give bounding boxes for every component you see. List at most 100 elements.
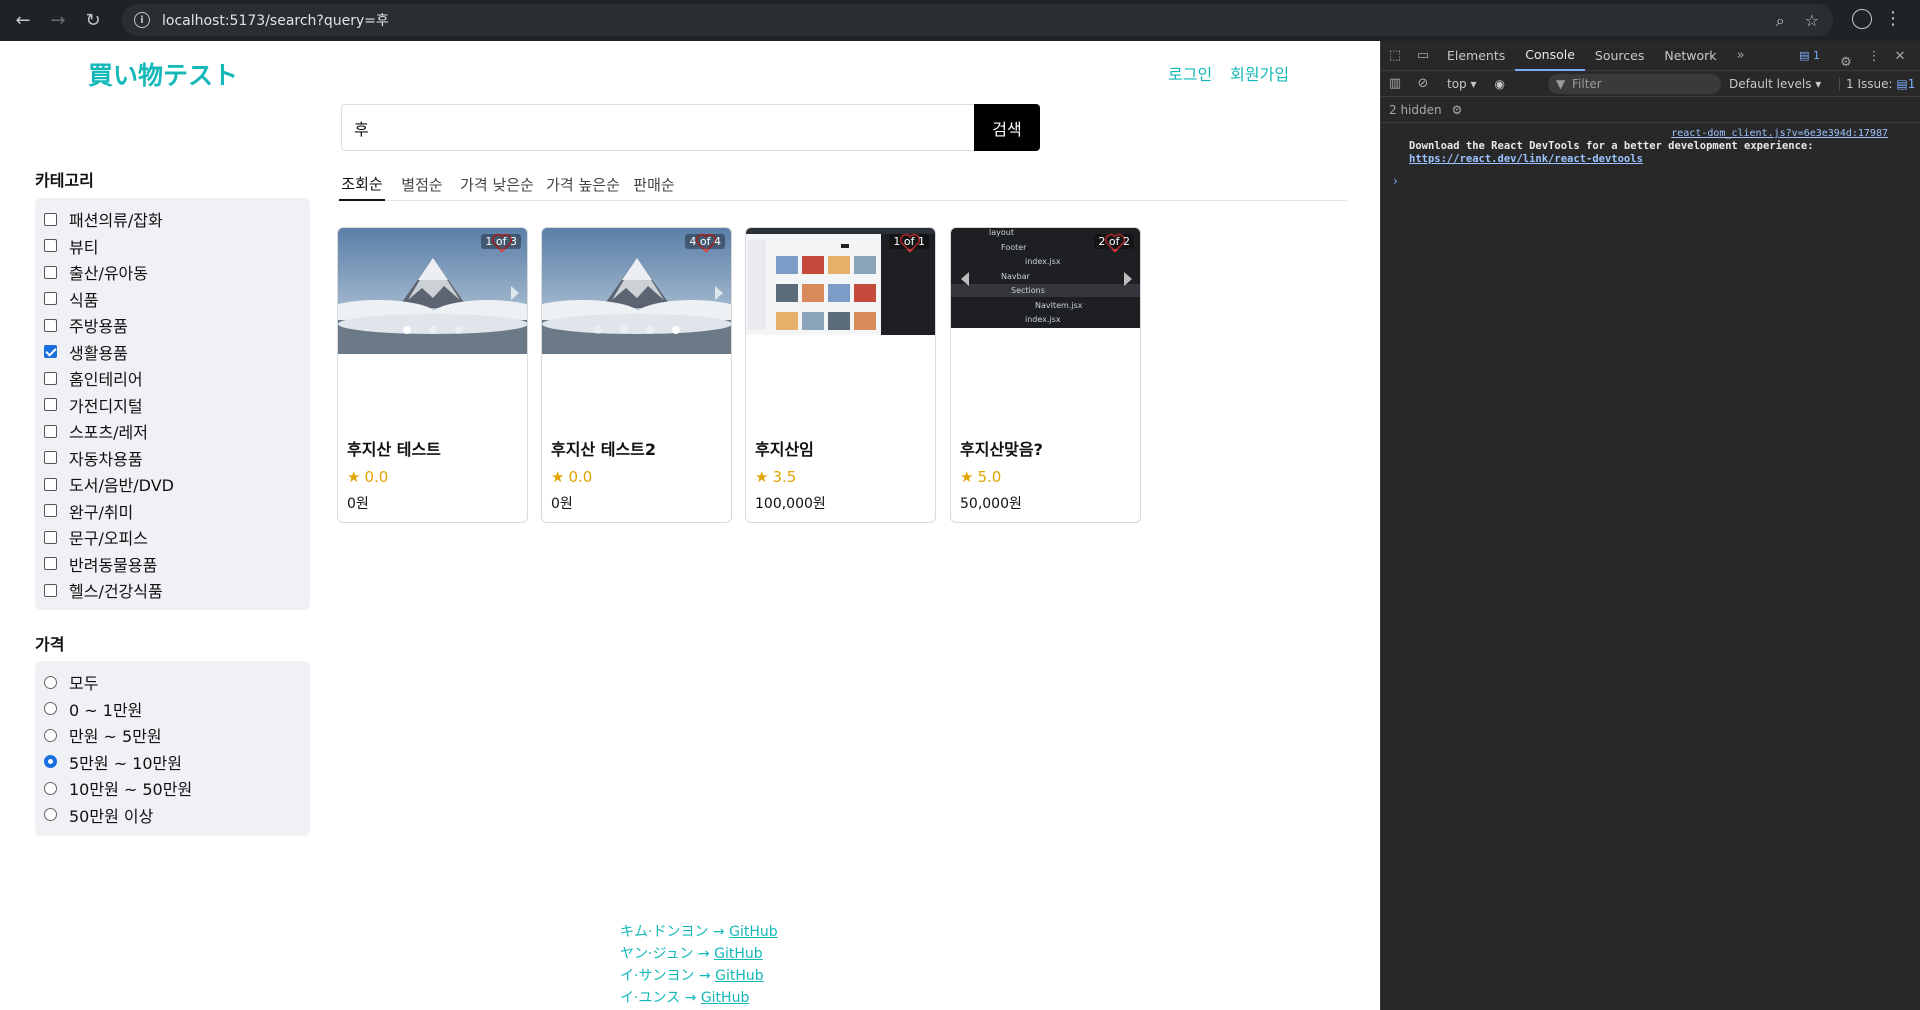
back-icon[interactable]: ← bbox=[11, 9, 35, 33]
category-checkbox[interactable] bbox=[44, 239, 57, 253]
price-radio[interactable] bbox=[44, 675, 57, 689]
category-checkbox[interactable] bbox=[44, 212, 57, 226]
category-checkbox[interactable] bbox=[44, 504, 57, 518]
signup-link[interactable]: 회원가입 bbox=[1230, 61, 1289, 85]
github-link[interactable]: GitHub bbox=[715, 968, 764, 984]
console-prompt[interactable]: › bbox=[1381, 174, 1920, 188]
category-checkbox[interactable] bbox=[44, 530, 57, 544]
category-option[interactable]: 스포츠/레저 bbox=[35, 418, 310, 445]
sort-tab[interactable]: 별점순 bbox=[399, 167, 445, 201]
price-option[interactable]: 0 ~ 1만원 bbox=[35, 696, 310, 723]
category-checkbox[interactable] bbox=[44, 345, 57, 359]
price-option[interactable]: 만원 ~ 5만원 bbox=[35, 722, 310, 749]
next-image-icon[interactable] bbox=[1124, 272, 1132, 286]
carousel-dot[interactable] bbox=[402, 326, 411, 334]
carousel-dot[interactable] bbox=[619, 326, 628, 334]
console-settings-icon[interactable]: ⚙ bbox=[1452, 103, 1463, 117]
address-bar[interactable]: i localhost:5173/search?query=후 ⌕ ☆ bbox=[122, 4, 1833, 36]
devtools-tab[interactable]: Elements bbox=[1437, 41, 1515, 71]
site-info-icon[interactable]: i bbox=[134, 12, 150, 28]
price-option[interactable]: 모두 bbox=[35, 669, 310, 696]
carousel-dot[interactable] bbox=[671, 326, 680, 334]
site-logo[interactable]: 買い物テスト bbox=[88, 56, 238, 92]
forward-icon[interactable]: → bbox=[46, 9, 70, 33]
messages-badge[interactable]: ▤ 1 bbox=[1799, 49, 1820, 62]
sort-tab[interactable]: 판매순 bbox=[631, 167, 677, 201]
zoom-icon[interactable]: ⌕ bbox=[1776, 11, 1785, 31]
next-image-icon[interactable] bbox=[715, 286, 723, 300]
category-option[interactable]: 뷰티 bbox=[35, 233, 310, 260]
url-text[interactable]: localhost:5173/search?query=후 bbox=[162, 10, 389, 30]
category-checkbox[interactable] bbox=[44, 424, 57, 438]
category-checkbox[interactable] bbox=[44, 318, 57, 332]
category-option[interactable]: 완구/취미 bbox=[35, 498, 310, 525]
product-name[interactable]: 후지산임 bbox=[755, 436, 814, 460]
close-icon[interactable]: ✕ bbox=[1886, 41, 1914, 71]
price-radio[interactable] bbox=[44, 728, 57, 742]
category-option[interactable]: 헬스/건강식품 bbox=[35, 577, 310, 604]
device-toolbar-icon[interactable]: ▭ bbox=[1409, 41, 1437, 71]
category-option[interactable]: 주방용품 bbox=[35, 312, 310, 339]
price-radio[interactable] bbox=[44, 702, 57, 716]
price-option[interactable]: 10만원 ~ 50만원 bbox=[35, 775, 310, 802]
console-message-source[interactable]: react-dom_client.js?v=6e3e394d:17987 bbox=[1671, 127, 1888, 140]
profile-icon[interactable] bbox=[1852, 9, 1872, 29]
carousel-dot[interactable] bbox=[645, 326, 654, 334]
product-card[interactable]: 1 of 1 후지산임 ★ 3.5 100,000원 bbox=[745, 227, 936, 523]
category-option[interactable]: 식품 bbox=[35, 286, 310, 313]
browser-menu-icon[interactable]: ⋮ bbox=[1884, 8, 1902, 29]
github-link[interactable]: GitHub bbox=[701, 990, 750, 1006]
carousel-dot[interactable] bbox=[593, 326, 602, 334]
devtools-tab[interactable]: Network bbox=[1654, 41, 1726, 71]
category-option[interactable]: 생활용품 bbox=[35, 339, 310, 366]
product-card[interactable]: layout Footer index.jsx Navbar Sections NavIt… bbox=[950, 227, 1141, 523]
category-option[interactable]: 자동차용품 bbox=[35, 445, 310, 472]
devtools-tab[interactable]: Console bbox=[1515, 41, 1585, 71]
sort-tab[interactable]: 가격 낮은순 bbox=[459, 167, 535, 201]
reload-icon[interactable]: ↻ bbox=[81, 9, 105, 33]
console-filter-input[interactable]: ▼ Filter bbox=[1548, 74, 1721, 94]
carousel-dot[interactable] bbox=[428, 326, 437, 334]
github-link[interactable]: GitHub bbox=[714, 946, 763, 962]
product-name[interactable]: 후지산맞음? bbox=[960, 436, 1043, 460]
price-radio[interactable] bbox=[44, 781, 57, 795]
next-image-icon[interactable] bbox=[511, 286, 519, 300]
category-option[interactable]: 출산/유아동 bbox=[35, 259, 310, 286]
github-link[interactable]: GitHub bbox=[729, 924, 778, 940]
price-radio[interactable] bbox=[44, 755, 57, 769]
sort-tab[interactable]: 조회순 bbox=[339, 167, 385, 201]
category-checkbox[interactable] bbox=[44, 265, 57, 279]
search-input[interactable] bbox=[341, 104, 974, 151]
clear-console-icon[interactable]: ⊘ bbox=[1409, 69, 1437, 99]
category-option[interactable]: 문구/오피스 bbox=[35, 524, 310, 551]
login-link[interactable]: 로그인 bbox=[1168, 61, 1212, 85]
inspect-element-icon[interactable]: ⬚ bbox=[1381, 41, 1409, 71]
category-option[interactable]: 패션의류/잡화 bbox=[35, 206, 310, 233]
category-checkbox[interactable] bbox=[44, 292, 57, 306]
sort-tab[interactable]: 가격 높은순 bbox=[545, 167, 621, 201]
price-option[interactable]: 50만원 이상 bbox=[35, 802, 310, 829]
product-card[interactable]: 4 of 4 후지산 테스트2 ★ 0.0 0원 bbox=[541, 227, 732, 523]
category-checkbox[interactable] bbox=[44, 477, 57, 491]
price-radio[interactable] bbox=[44, 808, 57, 822]
search-button[interactable]: 검색 bbox=[974, 104, 1040, 151]
console-message-link[interactable]: https://react.dev/link/react-devtools bbox=[1409, 153, 1894, 166]
product-card[interactable]: 1 of 3 후지산 테스트 ★ 0.0 0원 bbox=[337, 227, 528, 523]
category-checkbox[interactable] bbox=[44, 583, 57, 597]
category-option[interactable]: 홈인테리어 bbox=[35, 365, 310, 392]
bookmark-star-icon[interactable]: ☆ bbox=[1805, 11, 1819, 31]
context-selector[interactable]: top ▾ bbox=[1447, 77, 1477, 91]
live-expression-icon[interactable]: ◉ bbox=[1495, 77, 1505, 91]
product-name[interactable]: 후지산 테스트 bbox=[347, 436, 441, 460]
category-checkbox[interactable] bbox=[44, 451, 57, 465]
devtools-tab[interactable]: Sources bbox=[1585, 41, 1654, 71]
category-option[interactable]: 도서/음반/DVD bbox=[35, 471, 310, 498]
category-checkbox[interactable] bbox=[44, 398, 57, 412]
log-levels-dropdown[interactable]: Default levels ▾ bbox=[1729, 77, 1821, 91]
category-checkbox[interactable] bbox=[44, 371, 57, 385]
product-name[interactable]: 후지산 테스트2 bbox=[551, 436, 656, 460]
more-tabs-icon[interactable]: » bbox=[1727, 41, 1755, 71]
sidebar-toggle-icon[interactable]: ▥ bbox=[1381, 69, 1409, 99]
carousel-dot[interactable] bbox=[454, 326, 463, 334]
issues-counter[interactable]: 1 Issue: ▤1 bbox=[1839, 76, 1915, 91]
